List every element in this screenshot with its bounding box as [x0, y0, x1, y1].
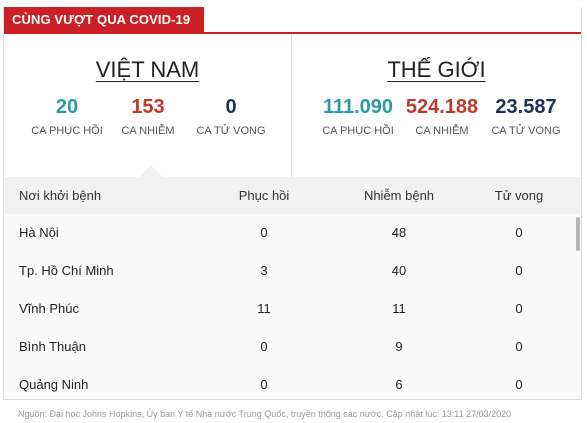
world-deaths-stat: 23.587 CA TỬ VONG	[486, 95, 566, 137]
vietnam-recovered-label: CA PHỤC HỒI	[31, 125, 103, 137]
table-row: Hà Nội 0 48 0	[4, 214, 581, 252]
cell-recovered: 0	[260, 339, 268, 354]
cell-location: Bình Thuận	[19, 339, 86, 354]
world-deaths-value: 23.587	[495, 96, 557, 118]
vietnam-deaths-value: 0	[225, 96, 237, 118]
world-recovered-label: CA PHỤC HỒI	[322, 125, 394, 137]
cell-deaths: 0	[515, 339, 523, 354]
world-panel[interactable]: THẾ GIỚI 111.090 CA PHỤC HỒI 524.188 CA …	[292, 34, 581, 177]
vietnam-infected-value: 153	[131, 96, 165, 118]
vietnam-deaths-stat: 0 CA TỬ VONG	[190, 95, 272, 137]
table-row: Bình Thuận 0 9 0	[4, 328, 581, 366]
vietnam-infected-label: CA NHIỄM	[121, 125, 175, 137]
cell-recovered: 3	[260, 263, 268, 278]
cell-infected: 6	[395, 377, 403, 392]
header-recovered: Phục hồi	[238, 188, 290, 203]
vietnam-recovered-stat: 20 CA PHỤC HỒI	[24, 95, 110, 137]
world-infected-stat: 524.188 CA NHIỄM	[398, 95, 486, 137]
header-infected: Nhiễm bệnh	[363, 188, 435, 203]
table-header: Nơi khởi bệnh Phục hồi Nhiễm bệnh Tử von…	[4, 177, 581, 214]
cell-recovered: 0	[260, 377, 268, 392]
table-scrollbar[interactable]	[576, 217, 580, 251]
cell-location: Tp. Hồ Chí Minh	[19, 263, 114, 278]
covid-widget: CÙNG VƯỢT QUA COVID-19 VIỆT NAM 20 CA PH…	[3, 7, 582, 400]
cell-infected: 40	[391, 263, 407, 278]
world-title: THẾ GIỚI	[387, 57, 486, 82]
cell-recovered: 11	[257, 301, 271, 316]
widget-title: CÙNG VƯỢT QUA COVID-19	[4, 7, 204, 33]
cell-infected: 9	[395, 339, 403, 354]
header-deaths: Tử vong	[494, 188, 544, 203]
world-deaths-label: CA TỬ VONG	[491, 125, 561, 137]
source-note: Nguồn: Đại học Johns Hopkins, Ủy ban Y t…	[18, 409, 512, 419]
cell-deaths: 0	[515, 225, 523, 240]
cell-deaths: 0	[515, 263, 523, 278]
table-row: Tp. Hồ Chí Minh 3 40 0	[4, 252, 581, 290]
cell-recovered: 0	[260, 225, 268, 240]
cell-deaths: 0	[515, 301, 523, 316]
cell-location: Quảng Ninh	[19, 377, 89, 392]
world-recovered-value: 111.090	[322, 96, 394, 118]
cell-infected: 48	[391, 225, 407, 240]
header-location: Nơi khởi bệnh	[19, 188, 102, 203]
world-infected-label: CA NHIỄM	[415, 125, 469, 137]
vietnam-deaths-label: CA TỬ VONG	[196, 125, 266, 137]
province-table: Nơi khởi bệnh Phục hồi Nhiễm bệnh Tử von…	[4, 177, 581, 399]
vietnam-infected-stat: 153 CA NHIỄM	[108, 95, 188, 137]
table-row: Quảng Ninh 0 6 0	[4, 366, 581, 404]
cell-infected: 11	[392, 301, 406, 316]
table-row: Vĩnh Phúc 11 11 0	[4, 290, 581, 328]
cell-location: Hà Nội	[19, 225, 59, 240]
vietnam-recovered-value: 20	[55, 96, 79, 118]
cell-location: Vĩnh Phúc	[19, 301, 79, 316]
vietnam-panel[interactable]: VIỆT NAM 20 CA PHỤC HỒI 153 CA NHIỄM 0 C…	[4, 34, 291, 177]
cell-deaths: 0	[515, 377, 523, 392]
world-recovered-stat: 111.090 CA PHỤC HỒI	[312, 95, 404, 137]
world-infected-value: 524.188	[405, 96, 479, 118]
vietnam-title: VIỆT NAM	[95, 57, 200, 82]
